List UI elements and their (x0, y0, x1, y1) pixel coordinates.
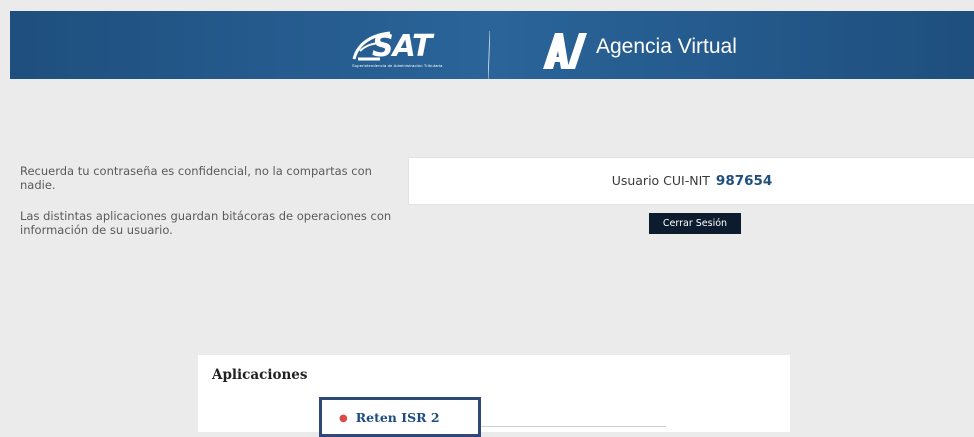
applications-panel: Aplicaciones ● Reten ISR 2 (198, 355, 790, 437)
password-notice: Recuerda tu contraseña es confidencial, … (20, 164, 372, 192)
app-link-reten-isr-2[interactable]: ● Reten ISR 2 (339, 410, 440, 425)
sat-logo-subtitle: Superintendencia de Administración Tribu… (352, 63, 443, 68)
bullet-icon: ● (339, 413, 348, 424)
sat-logo-text: SAT (372, 29, 432, 64)
av-logo-icon (543, 31, 587, 71)
header-divider (488, 31, 490, 79)
user-line: Usuario CUI-NIT 987654 (409, 173, 974, 189)
sat-logo[interactable]: SAT Superintendencia de Administración T… (350, 25, 470, 73)
app-title: Agencia Virtual (596, 35, 737, 58)
user-label: Usuario CUI-NIT (611, 173, 710, 188)
header-bar: SAT Superintendencia de Administración T… (10, 11, 974, 79)
user-info-box: Usuario CUI-NIT 987654 (408, 157, 974, 205)
user-nit: 987654 (715, 173, 773, 189)
app-item-highlight: ● Reten ISR 2 (319, 397, 481, 437)
app-link-label: Reten ISR 2 (355, 410, 440, 425)
applications-title: Aplicaciones (212, 367, 308, 383)
logout-button[interactable]: Cerrar Sesión (649, 213, 741, 234)
app-item-divider (481, 426, 666, 427)
audit-notice: Las distintas aplicaciones guardan bitác… (20, 209, 392, 237)
